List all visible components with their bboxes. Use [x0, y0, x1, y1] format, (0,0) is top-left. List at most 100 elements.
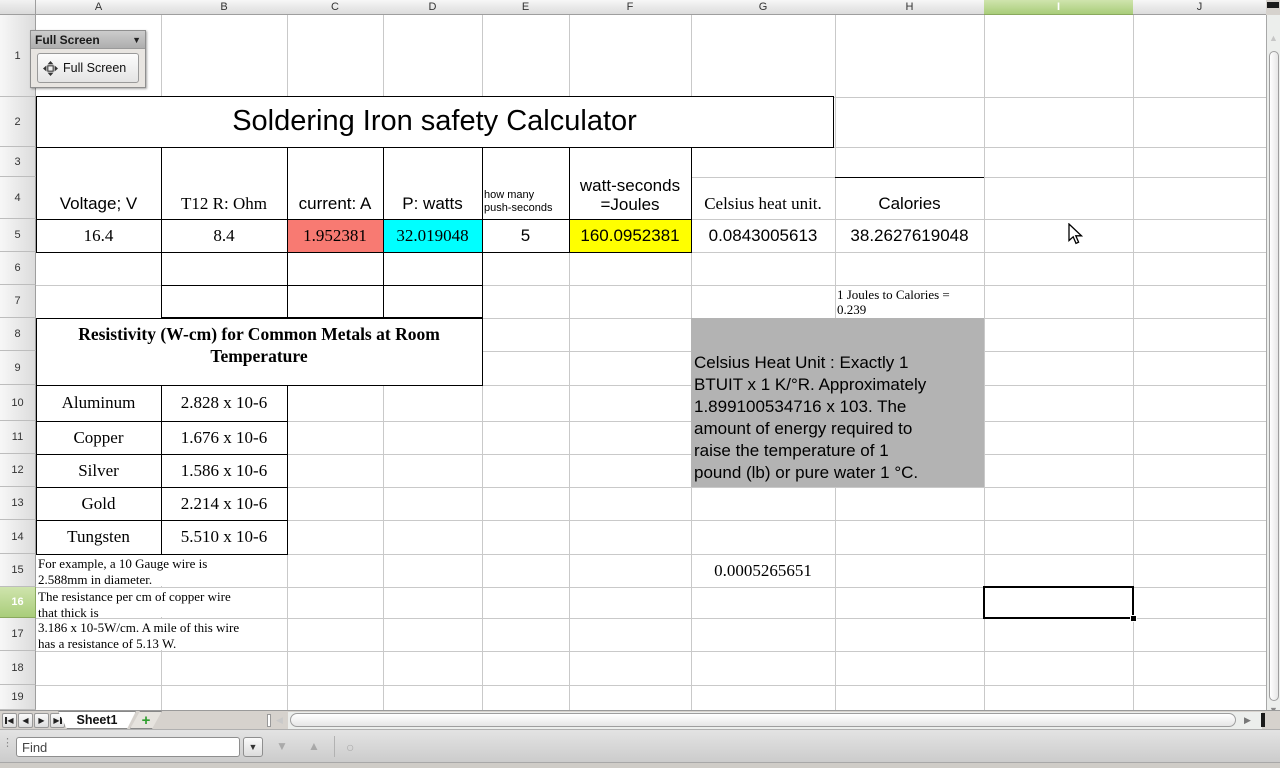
- find-next-icon[interactable]: ▼: [276, 739, 288, 753]
- fullscreen-icon: [43, 60, 58, 76]
- column-header-g[interactable]: G: [691, 0, 836, 15]
- row-header-17[interactable]: 17: [0, 618, 36, 651]
- previous-sheet-button[interactable]: ◀: [18, 713, 33, 728]
- selection-box[interactable]: [983, 586, 1134, 619]
- cell-header-chu[interactable]: Celsius heat unit.: [691, 177, 835, 219]
- scroll-right-icon[interactable]: ▶: [1244, 715, 1251, 726]
- column-header-b[interactable]: B: [161, 0, 288, 15]
- cell-resistivity-heading[interactable]: Resistivity (W-cm) for Common Metals at …: [36, 318, 482, 385]
- cell-power-value[interactable]: 32.019048: [383, 219, 482, 252]
- cell-metal-name[interactable]: Silver: [36, 454, 161, 487]
- cell-joules-value[interactable]: 160.0952381: [569, 219, 691, 252]
- horizontal-scrollbar[interactable]: [288, 712, 1262, 729]
- cell-chu-definition[interactable]: Celsius Heat Unit : Exactly 1 BTUIT x 1 …: [691, 318, 984, 487]
- row-header-13[interactable]: 13: [0, 487, 36, 520]
- cell-header-voltage[interactable]: Voltage; V: [36, 147, 161, 219]
- window-bottom-edge: [0, 762, 1280, 768]
- cell-header-t12[interactable]: T12 R: Ohm: [161, 147, 287, 219]
- row-header-12[interactable]: 12: [0, 454, 36, 487]
- cell-current-value[interactable]: 1.952381: [287, 219, 383, 252]
- tab-area-splitter[interactable]: [267, 714, 271, 727]
- cell-header-joules[interactable]: watt-seconds =Joules: [569, 147, 691, 219]
- fullscreen-button[interactable]: Full Screen: [37, 53, 139, 83]
- cell-header-calories[interactable]: Calories: [835, 177, 984, 219]
- cell-metal-value[interactable]: 1.586 x 10-6: [161, 454, 287, 487]
- vertical-split-handle[interactable]: [1267, 2, 1279, 8]
- cell-metal-value[interactable]: 2.214 x 10-6: [161, 487, 287, 520]
- row-header-7[interactable]: 7: [0, 285, 36, 318]
- cell-header-push-seconds[interactable]: how many push-seconds: [482, 147, 569, 219]
- fullscreen-button-label: Full Screen: [63, 61, 127, 75]
- row-header-5[interactable]: 5: [0, 219, 36, 252]
- sheet-grid[interactable]: Soldering Iron safety Calculator Voltage…: [0, 0, 1266, 710]
- cell-metal-name[interactable]: Tungsten: [36, 520, 161, 554]
- toolbar-grip-icon[interactable]: ⋮: [2, 736, 13, 749]
- add-sheet-tab[interactable]: +: [130, 711, 162, 729]
- column-header-h[interactable]: H: [835, 0, 985, 15]
- toolbar-separator: [334, 736, 335, 757]
- scroll-left-icon[interactable]: ◀: [276, 715, 283, 726]
- cell-metal-value[interactable]: 2.828 x 10-6: [161, 385, 287, 421]
- column-header-c[interactable]: C: [287, 0, 384, 15]
- chevron-down-icon[interactable]: ▼: [132, 35, 141, 45]
- row-header-3[interactable]: 3: [0, 147, 36, 177]
- row-header-10[interactable]: 10: [0, 385, 36, 421]
- cell-metal-name[interactable]: Gold: [36, 487, 161, 520]
- row-header-18[interactable]: 18: [0, 651, 36, 685]
- cell-title[interactable]: Soldering Iron safety Calculator: [36, 96, 833, 147]
- row-header-9[interactable]: 9: [0, 351, 36, 385]
- cell-metal-name[interactable]: Aluminum: [36, 385, 161, 421]
- column-header-e[interactable]: E: [482, 0, 570, 15]
- cell-chu-per-joule-value[interactable]: 0.0005265651: [691, 554, 835, 587]
- cell-push-seconds-value[interactable]: 5: [482, 219, 569, 252]
- cell-calories-value[interactable]: 38.2627619048: [835, 219, 984, 252]
- row-header-16[interactable]: 16: [0, 587, 36, 618]
- find-previous-icon[interactable]: ▲: [308, 739, 320, 753]
- column-header-d[interactable]: D: [383, 0, 483, 15]
- cell-voltage-value[interactable]: 16.4: [36, 219, 161, 252]
- cell-gauge-note[interactable]: For example, a 10 Gauge wire is 2.588mm …: [36, 555, 286, 587]
- cell-header-power[interactable]: P: watts: [383, 147, 482, 219]
- row-header-8[interactable]: 8: [0, 318, 36, 351]
- cell-joules-calories-note[interactable]: 1 Joules to Calories = 0.239: [835, 285, 983, 318]
- row-header-11[interactable]: 11: [0, 421, 36, 454]
- border-line: [36, 454, 287, 455]
- cell-gauge-note[interactable]: The resistance per cm of copper wire tha…: [36, 588, 286, 620]
- cell-chu-value[interactable]: 0.0843005613: [691, 219, 835, 252]
- cell-metal-name[interactable]: Copper: [36, 421, 161, 454]
- gridline: [36, 685, 1266, 686]
- bar-glyph: [59, 717, 62, 724]
- row-header-2[interactable]: 2: [0, 97, 36, 147]
- row-header-4[interactable]: 4: [0, 177, 36, 219]
- sheet-tab-sheet1[interactable]: Sheet1: [58, 711, 136, 729]
- row-header-19[interactable]: 19: [0, 685, 36, 710]
- border-line: [161, 285, 483, 286]
- horizontal-split-handle[interactable]: [1261, 713, 1265, 727]
- vertical-scrollbar-thumb[interactable]: [1268, 51, 1279, 701]
- first-sheet-button[interactable]: ◀: [2, 713, 17, 728]
- spreadsheet-app: Soldering Iron safety Calculator Voltage…: [0, 0, 1280, 768]
- vertical-scrollbar[interactable]: ▲ ▼: [1266, 15, 1280, 715]
- cell-t12-value[interactable]: 8.4: [161, 219, 287, 252]
- row-header-15[interactable]: 15: [0, 554, 36, 587]
- cell-metal-value[interactable]: 5.510 x 10-6: [161, 520, 287, 554]
- find-dropdown-button[interactable]: ▼: [243, 737, 263, 757]
- cell-header-current[interactable]: current: A: [287, 147, 383, 219]
- column-header-i[interactable]: I: [984, 0, 1134, 15]
- cell-metal-value[interactable]: 1.676 x 10-6: [161, 421, 287, 454]
- cell-gauge-note[interactable]: 3.186 x 10-5W/cm. A mile of this wire ha…: [36, 619, 286, 651]
- fullscreen-toolbar-titlebar[interactable]: Full Screen ▼: [31, 31, 145, 49]
- column-header-f[interactable]: F: [569, 0, 692, 15]
- horizontal-scrollbar-thumb[interactable]: [290, 713, 1236, 727]
- column-header-j[interactable]: J: [1133, 0, 1266, 15]
- next-sheet-button[interactable]: ▶: [34, 713, 49, 728]
- scroll-up-icon[interactable]: ▲: [1269, 33, 1278, 43]
- row-header-14[interactable]: 14: [0, 520, 36, 554]
- column-header-a[interactable]: A: [36, 0, 162, 15]
- select-all-corner[interactable]: [0, 0, 36, 15]
- border-line: [287, 147, 288, 252]
- selection-fill-handle[interactable]: [1130, 615, 1137, 622]
- find-all-icon[interactable]: ○: [346, 739, 354, 755]
- row-header-6[interactable]: 6: [0, 252, 36, 285]
- find-input[interactable]: [16, 737, 240, 757]
